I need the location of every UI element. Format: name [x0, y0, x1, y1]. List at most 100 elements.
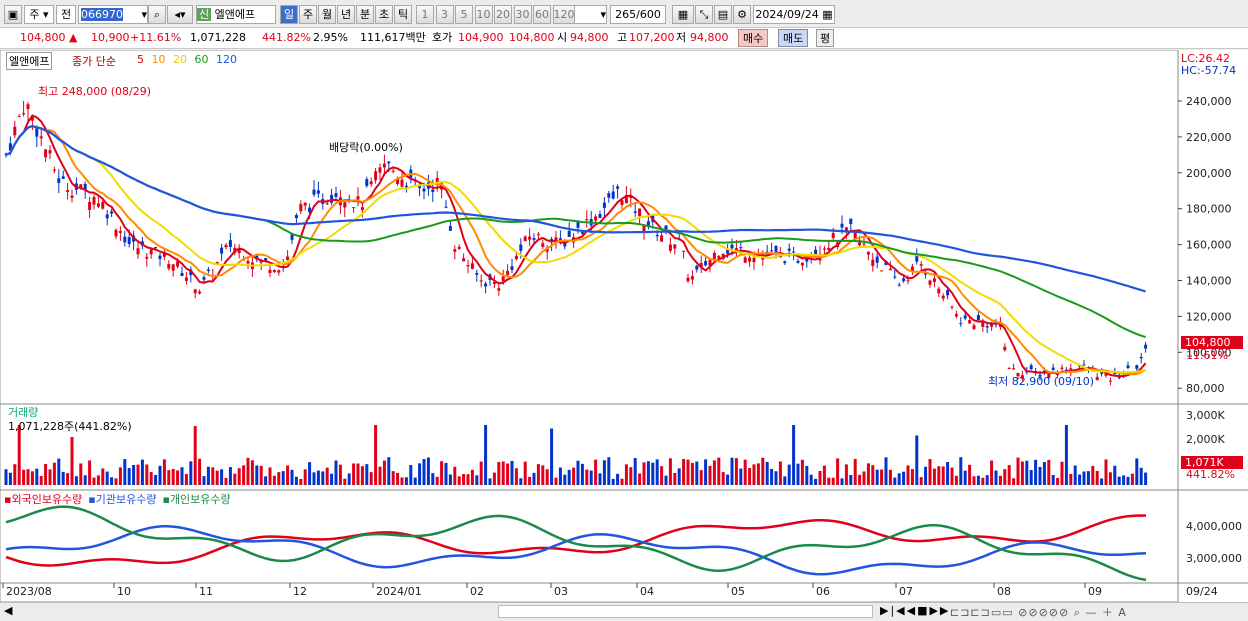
interval-5[interactable]: 5	[455, 5, 473, 24]
volume-bar	[167, 470, 171, 485]
candle-body	[400, 179, 404, 187]
candle-body	[70, 195, 74, 198]
volume-bar	[369, 472, 373, 485]
volume-bar	[378, 466, 382, 485]
volume-bar	[558, 467, 562, 485]
volume-bar	[30, 471, 34, 485]
sell-button[interactable]: 매도	[778, 29, 809, 47]
volume-bar	[356, 463, 360, 485]
candle-body	[114, 229, 118, 237]
stock-name-field[interactable]: 신 엘앤에프	[196, 5, 276, 24]
candle-body	[519, 244, 523, 251]
avg-button[interactable]: 평	[816, 29, 835, 47]
candle-body	[378, 167, 382, 173]
vol-ytick-label: 2,000K	[1186, 433, 1225, 446]
volume-bar	[422, 459, 426, 485]
candle-body	[1051, 367, 1055, 370]
volume-bar	[501, 461, 505, 485]
tab-period-분[interactable]: 분	[356, 5, 374, 24]
volume-bar	[888, 469, 892, 485]
volume-bar	[884, 457, 888, 485]
scroll-bar[interactable]: ◀ ▶|◀◀■▶▶ ⊏⊐⊏⊐▭▭ ⊘⊘⊘⊘⊘ ⌕ — ＋ A	[0, 602, 1248, 621]
quote-ask: 104,900	[458, 31, 504, 44]
xaxis-label: 2023/08	[6, 585, 52, 598]
speaker-icon[interactable]: ◂▾	[167, 5, 193, 24]
candle-body	[862, 243, 866, 245]
ma-item-60: 60	[194, 53, 212, 66]
candle-body	[325, 203, 329, 205]
ytick-label: 80,000	[1186, 382, 1225, 395]
volume-bar	[805, 465, 809, 485]
volume-bar	[633, 458, 637, 485]
candle-body	[796, 260, 800, 263]
candle-body	[730, 244, 734, 249]
volume-bar	[827, 477, 831, 485]
zoom-tools-icons[interactable]: ⊏⊐⊏⊐▭▭ ⊘⊘⊘⊘⊘ ⌕ — ＋ A	[950, 604, 1127, 620]
search-icon[interactable]: ⌕	[148, 5, 166, 24]
tab-period-틱[interactable]: 틱	[394, 5, 412, 24]
volume-bar	[101, 468, 105, 485]
nav-icons[interactable]: ▶|◀◀■▶▶	[880, 604, 950, 617]
volume-bar	[836, 458, 840, 485]
volume-bar	[400, 477, 404, 485]
volume-bar	[748, 468, 752, 485]
volume-bar	[1139, 467, 1143, 485]
date-field[interactable]: 2024/09/24 ▦	[753, 5, 835, 24]
buy-button[interactable]: 매수	[738, 29, 769, 47]
candle-body	[105, 214, 109, 219]
candle-body	[1095, 376, 1099, 381]
tab-period-일[interactable]: 일	[280, 5, 298, 24]
interval-30[interactable]: 30	[513, 5, 532, 24]
scroll-thumb[interactable]	[498, 605, 873, 618]
volume-bar	[387, 457, 391, 485]
ma-label: 종가 단순	[72, 55, 116, 68]
candle-body	[620, 200, 624, 205]
volume-bar	[910, 469, 914, 485]
volume-bar	[624, 464, 628, 485]
volume-bar	[154, 474, 158, 485]
kind-select[interactable]: 전	[56, 5, 76, 24]
candle-body	[479, 280, 483, 282]
count-field[interactable]: 265/600	[610, 5, 666, 24]
candle-body	[774, 245, 778, 252]
tab-period-초[interactable]: 초	[375, 5, 393, 24]
candle-body	[506, 270, 510, 275]
interval-3[interactable]: 3	[435, 5, 454, 24]
interval-120[interactable]: 120	[552, 5, 575, 24]
tool-icon[interactable]: ⤡	[695, 5, 713, 24]
volume-bar	[1122, 475, 1126, 485]
candle-body	[369, 181, 373, 185]
tab-period-년[interactable]: 년	[337, 5, 355, 24]
interval-custom[interactable]: ▾	[572, 5, 607, 24]
volume-bar	[330, 473, 334, 485]
tab-period-주[interactable]: 주	[299, 5, 317, 24]
interval-1[interactable]: 1	[416, 5, 434, 24]
quote-volume: 1,071,228	[190, 31, 246, 44]
market-select[interactable]: 주 ▾	[24, 5, 54, 24]
ask-label: 호가	[432, 31, 453, 44]
interval-60[interactable]: 60	[533, 5, 551, 24]
scroll-left-icon[interactable]: ◀	[4, 604, 12, 617]
ma-item-20: 20	[173, 53, 191, 66]
volume-bar	[642, 462, 646, 485]
candle-body	[66, 190, 70, 192]
chart-canvas: 240,000 220,000 200,000 180,000 160,000 140,0…	[0, 50, 1248, 602]
interval-10[interactable]: 10	[474, 5, 493, 24]
volume-bar	[215, 470, 219, 485]
volume-bar	[162, 459, 166, 485]
volume-bar	[638, 473, 642, 485]
chart-area[interactable]: 240,000 220,000 200,000 180,000 160,000 140,0…	[0, 50, 1248, 602]
interval-20[interactable]: 20	[494, 5, 512, 24]
layout-icon[interactable]: ▣	[4, 5, 22, 24]
gear-icon[interactable]: ⚙	[733, 5, 751, 24]
candle-body	[536, 234, 540, 236]
tab-period-월[interactable]: 월	[318, 5, 336, 24]
save-icon[interactable]: ▤	[714, 5, 732, 24]
volume-bar	[919, 477, 923, 485]
volume-bar	[259, 465, 263, 485]
volume-bar	[299, 478, 303, 485]
volume-bar	[431, 473, 435, 485]
ytick-label: 200,000	[1186, 167, 1232, 180]
code-input[interactable]: 066970 ▾	[78, 5, 148, 24]
grid-icon[interactable]: ▦	[672, 5, 694, 24]
